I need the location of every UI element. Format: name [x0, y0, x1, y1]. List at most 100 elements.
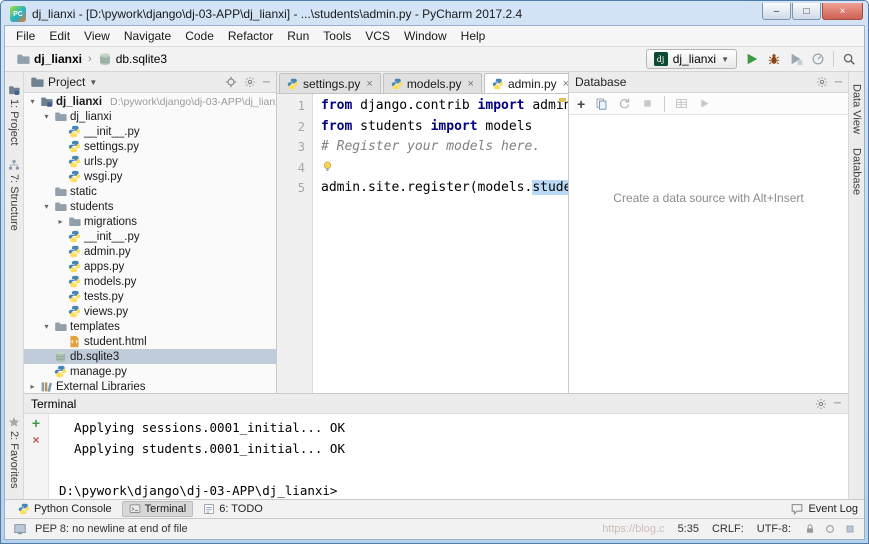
- gear-icon[interactable]: [815, 398, 827, 410]
- chevron-down-icon: ▼: [721, 54, 729, 64]
- tree-item-path: D:\pywork\django\dj-03-APP\dj_lianxi: [110, 95, 276, 108]
- code-line[interactable]: [321, 158, 568, 179]
- chevron-down-icon[interactable]: ▼: [89, 78, 97, 87]
- event-log-button[interactable]: Event Log: [790, 502, 858, 516]
- close-tab-icon[interactable]: ×: [468, 78, 474, 90]
- menu-item-file[interactable]: File: [9, 27, 42, 45]
- breadcrumb-item-dj-lianxi[interactable]: dj_lianxi: [13, 51, 85, 67]
- menu-item-code[interactable]: Code: [178, 27, 221, 45]
- new-session-icon[interactable]: +: [32, 416, 40, 430]
- stripe-button-1-project[interactable]: 1: Project: [8, 84, 20, 145]
- tree-item-views-py[interactable]: views.py: [24, 304, 276, 319]
- run-button[interactable]: [745, 52, 759, 66]
- maximize-button[interactable]: □: [792, 3, 821, 20]
- gear-icon[interactable]: [816, 76, 828, 88]
- toolwindow-button-python-console[interactable]: Python Console: [11, 501, 119, 517]
- menu-item-help[interactable]: Help: [454, 27, 493, 45]
- code-line[interactable]: from django.contrib import admin: [321, 96, 568, 117]
- code-editor[interactable]: 1 2 3 4 5 from django.contrib import admin fr…: [277, 94, 568, 393]
- locate-file-icon[interactable]: [225, 76, 237, 88]
- tree-item-manage-py[interactable]: manage.py: [24, 364, 276, 379]
- editor-tab-models-py[interactable]: models.py ×: [382, 73, 482, 93]
- editor-tab-settings-py[interactable]: settings.py ×: [279, 73, 381, 93]
- highlighting-level-icon[interactable]: [824, 523, 836, 535]
- menu-item-window[interactable]: Window: [397, 27, 454, 45]
- code-line[interactable]: from students import models: [321, 117, 568, 138]
- tree-item-students[interactable]: ▾ students: [24, 199, 276, 214]
- profiler-button[interactable]: [811, 52, 825, 66]
- gear-icon[interactable]: [244, 76, 256, 88]
- duplicate-data-source-icon[interactable]: [595, 97, 608, 110]
- search-everywhere-icon[interactable]: [842, 52, 856, 66]
- toolwindow-button-terminal[interactable]: Terminal: [121, 501, 194, 517]
- close-button[interactable]: ×: [822, 3, 863, 20]
- chevron-icon[interactable]: ▾: [42, 202, 51, 211]
- right-stripe-top: Data View Database: [851, 77, 863, 202]
- minimize-button[interactable]: –: [762, 3, 791, 20]
- chevron-icon[interactable]: ▾: [28, 97, 37, 106]
- close-tab-icon[interactable]: ×: [366, 78, 372, 90]
- chevron-icon[interactable]: ▸: [28, 382, 37, 391]
- tree-item-external-libraries[interactable]: ▸ External Libraries: [24, 379, 276, 393]
- menu-item-refactor[interactable]: Refactor: [221, 27, 280, 45]
- close-session-icon[interactable]: ×: [32, 434, 39, 446]
- chevron-icon[interactable]: ▾: [42, 112, 51, 121]
- notifications-icon[interactable]: [844, 523, 856, 535]
- breadcrumb-item-db-sqlite3[interactable]: db.sqlite3: [95, 51, 170, 67]
- stop-icon[interactable]: [641, 97, 654, 110]
- tree-item-init-py[interactable]: __init__.py: [24, 124, 276, 139]
- tree-item-urls-py[interactable]: urls.py: [24, 154, 276, 169]
- lock-icon[interactable]: [804, 523, 816, 535]
- sync-icon[interactable]: [618, 97, 631, 110]
- tree-item-migrations[interactable]: ▸ migrations: [24, 214, 276, 229]
- tree-item-db-sqlite3[interactable]: db.sqlite3: [24, 349, 276, 364]
- code-line[interactable]: # Register your models here.: [321, 137, 568, 158]
- run-config-selector[interactable]: dj dj_lianxi ▼: [645, 49, 737, 69]
- toolwindow-switcher-icon[interactable]: [13, 522, 27, 536]
- stripe-button-data-view[interactable]: Data View: [851, 84, 863, 134]
- tree-item-models-py[interactable]: models.py: [24, 274, 276, 289]
- tree-item-templates[interactable]: ▾ templates: [24, 319, 276, 334]
- code-line[interactable]: admin.site.register(models.student): [321, 178, 568, 199]
- stripe-button-label: Data View: [850, 84, 863, 134]
- hide-panel-icon[interactable]: ─: [834, 398, 841, 409]
- menu-item-vcs[interactable]: VCS: [358, 27, 397, 45]
- stripe-button-database[interactable]: Database: [851, 148, 863, 195]
- encoding-widget[interactable]: UTF-8:: [757, 523, 791, 535]
- menu-item-view[interactable]: View: [77, 27, 117, 45]
- add-data-source-icon[interactable]: +: [577, 97, 585, 111]
- toolwindow-button-6-todo[interactable]: 6: TODO: [196, 501, 270, 517]
- menu-item-navigate[interactable]: Navigate: [117, 27, 178, 45]
- run-with-coverage-button[interactable]: [789, 52, 803, 66]
- menu-item-tools[interactable]: Tools: [316, 27, 358, 45]
- editor-tab-admin-py[interactable]: admin.py ×: [483, 73, 578, 93]
- tree-item-settings-py[interactable]: settings.py: [24, 139, 276, 154]
- menu-item-run[interactable]: Run: [280, 27, 316, 45]
- tree-item-tests-py[interactable]: tests.py: [24, 289, 276, 304]
- tree-item-dj-lianxi[interactable]: ▾ dj_lianxi D:\pywork\django\dj-03-APP\dj_…: [24, 94, 276, 109]
- hide-panel-icon[interactable]: ─: [835, 77, 842, 88]
- tree-item-init-py[interactable]: __init__.py: [24, 229, 276, 244]
- tree-item-static[interactable]: static: [24, 184, 276, 199]
- tree-item-student-html[interactable]: student.html: [24, 334, 276, 349]
- open-console-icon[interactable]: [698, 97, 711, 110]
- tree-item-dj-lianxi[interactable]: ▾ dj_lianxi: [24, 109, 276, 124]
- terminal-output[interactable]: Applying sessions.0001_initial... OK App…: [49, 414, 848, 499]
- line-separator-widget[interactable]: CRLF:: [712, 523, 744, 535]
- tree-item-apps-py[interactable]: apps.py: [24, 259, 276, 274]
- stripe-button-7-structure[interactable]: 7: Structure: [8, 159, 20, 231]
- debug-button[interactable]: [767, 52, 781, 66]
- chevron-icon[interactable]: ▸: [56, 217, 65, 226]
- caret-position-widget[interactable]: 5:35: [678, 523, 699, 535]
- hide-panel-icon[interactable]: ─: [263, 77, 270, 88]
- menu-item-edit[interactable]: Edit: [42, 27, 77, 45]
- tree-item-wsgi-py[interactable]: wsgi.py: [24, 169, 276, 184]
- stripe-button-2-favorites[interactable]: 2: Favorites: [8, 416, 20, 488]
- project-panel-title: Project: [48, 75, 86, 89]
- stripe-button-label: 2: Favorites: [8, 430, 20, 488]
- tree-item-admin-py[interactable]: admin.py: [24, 244, 276, 259]
- python-icon: [68, 245, 81, 258]
- table-view-icon[interactable]: [675, 97, 688, 110]
- editor-lines[interactable]: from django.contrib import admin from stu…: [313, 94, 568, 393]
- chevron-icon[interactable]: ▾: [42, 322, 51, 331]
